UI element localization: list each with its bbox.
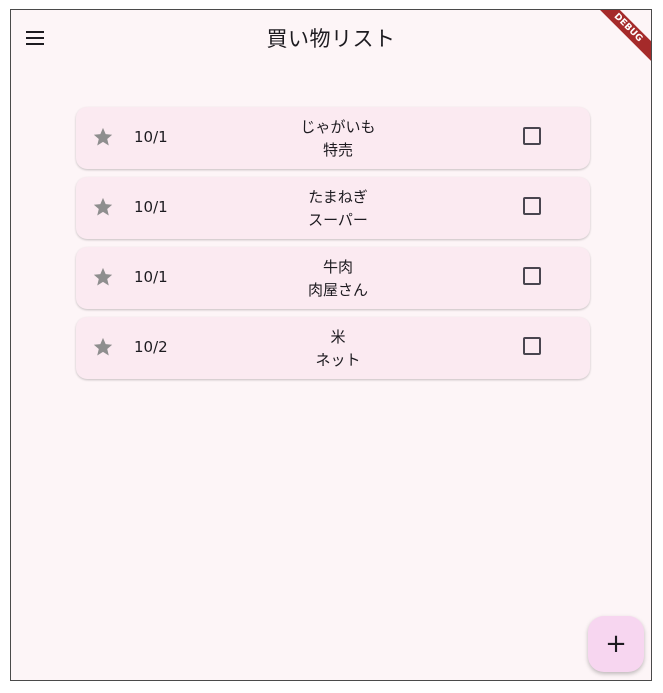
list-item[interactable]: 10/1 たまねぎ スーパー (76, 177, 590, 239)
star-icon[interactable] (92, 336, 114, 358)
star-icon[interactable] (92, 266, 114, 288)
item-date: 10/1 (134, 268, 168, 286)
item-name: たまねぎ (308, 188, 368, 206)
shopping-list: 10/1 じゃがいも 特売 10/1 たまねぎ スーパー 10/1 牛肉 肉屋さ… (76, 107, 590, 387)
list-item[interactable]: 10/2 米 ネット (76, 317, 590, 379)
item-date: 10/1 (134, 198, 168, 216)
item-name: 牛肉 (322, 258, 353, 276)
item-date: 10/2 (134, 338, 168, 356)
list-item[interactable]: 10/1 じゃがいも 特売 (76, 107, 590, 169)
app-window: 買い物リスト DEBUG 10/1 じゃがいも 特売 10/1 たまねぎ スーパ… (10, 9, 652, 681)
item-place: ネット (315, 351, 361, 369)
item-checkbox[interactable] (523, 337, 541, 355)
item-checkbox[interactable] (523, 127, 541, 145)
app-bar: 買い物リスト (11, 10, 651, 66)
list-item[interactable]: 10/1 牛肉 肉屋さん (76, 247, 590, 309)
item-place: 肉屋さん (307, 281, 368, 299)
item-place: スーパー (308, 211, 368, 229)
star-icon[interactable] (92, 126, 114, 148)
item-checkbox[interactable] (523, 267, 541, 285)
star-icon[interactable] (92, 196, 114, 218)
item-place: 特売 (322, 141, 353, 159)
item-date: 10/1 (134, 128, 168, 146)
add-item-button[interactable]: + (588, 616, 644, 672)
page-title: 買い物リスト (266, 27, 396, 51)
item-checkbox[interactable] (523, 197, 541, 215)
item-name: じゃがいも (300, 118, 376, 136)
item-name: 米 (330, 328, 346, 346)
